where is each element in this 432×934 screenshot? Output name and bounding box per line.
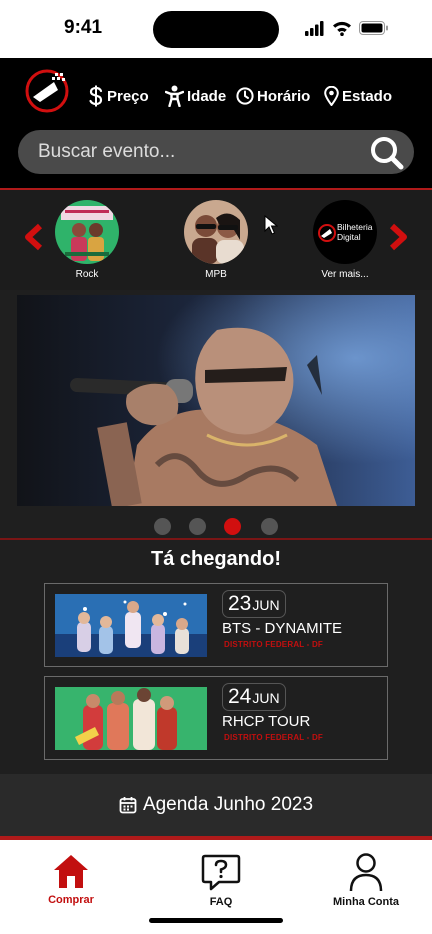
agenda-label: Agenda Junho 2023 [142,794,314,815]
filter-price-label: Preço [107,87,149,105]
category-rock[interactable]: Rock [54,200,120,280]
filter-time-label: Horário [257,87,311,105]
event-card-bts[interactable]: 23 JUN BTS - DYNAMITE DISTRITO FEDERAL -… [44,583,388,667]
carousel-dot[interactable] [189,518,206,535]
event-date: 23 JUN [222,590,286,618]
carousel-indicators [0,518,432,538]
event-title: RHCP TOUR [222,713,311,730]
event-location: DISTRITO FEDERAL - DF [224,733,324,742]
dynamic-island [153,11,279,48]
event-month: JUN [252,597,280,613]
tab-comprar[interactable]: Comprar [11,852,131,906]
bilheteria-logo-icon[interactable] [24,68,70,114]
home-indicator [149,918,283,923]
section-heading: Tá chegando! [150,548,281,570]
tab-faq[interactable]: FAQ [161,852,281,908]
tab-comprar-label: Comprar [48,894,94,906]
mouse-cursor-icon [264,215,278,235]
agenda-button[interactable]: Agenda Junho 2023 [0,774,432,836]
app-content: Preço Idade Horário Estado Buscar evento… [0,58,432,840]
status-icons [305,21,388,36]
home-icon [54,855,88,888]
search-section [0,130,432,190]
category-more-label: Ver mais... [321,269,369,280]
clock-icon [236,87,254,105]
tab-minha-conta-label: Minha Conta [333,896,399,908]
category-mpb-label: MPB [205,269,227,280]
status-time: 9:41 [64,17,103,38]
filter-age-label: Idade [187,87,227,105]
category-more[interactable]: Bilheteria Digital Ver mais... [312,200,378,280]
user-icon [349,853,383,892]
event-title: BTS - DYNAMITE [222,620,343,637]
carousel-dot[interactable] [154,518,171,535]
category-mpb[interactable]: MPB [183,200,249,280]
carousel-dot[interactable] [261,518,278,535]
event-thumbnail-bts [55,594,207,657]
status-bar: 9:41 [0,0,432,58]
search-icon[interactable] [370,136,404,170]
event-card-rhcp[interactable]: 24 JUN RHCP TOUR DISTRITO FEDERAL - DF [44,676,388,760]
filter-price[interactable]: Preço [88,84,149,108]
dollar-icon [89,85,103,107]
section-divider [0,538,432,540]
event-month: JUN [252,690,280,706]
signal-icon [305,21,324,36]
filter-state-label: Estado [342,87,393,105]
svg-text:Bilheteria: Bilheteria [337,222,373,232]
bilheteria-digital-logo: Bilheteria Digital [313,200,377,264]
battery-icon [359,21,388,35]
category-carousel: Rock MPB Bilheteria Digital Ver mais... [0,190,432,290]
category-rock-image [55,200,119,264]
faq-icon [201,854,241,891]
event-date: 24 JUN [222,683,286,711]
svg-text:Digital: Digital [337,232,361,242]
category-rock-label: Rock [75,269,99,280]
category-mpb-image [184,200,248,264]
featured-banner-image [17,295,415,506]
filter-time[interactable]: Horário [236,84,310,108]
chevron-right-icon[interactable] [386,223,410,251]
calendar-icon [119,797,137,814]
featured-banner[interactable] [17,295,415,506]
chevron-left-icon[interactable] [22,223,46,251]
tab-minha-conta[interactable]: Minha Conta [306,852,426,908]
event-thumbnail-rhcp [55,687,207,750]
event-day: 24 [228,685,252,708]
person-icon [165,85,184,107]
search-input[interactable] [38,130,358,174]
tab-faq-label: FAQ [209,896,233,908]
wifi-icon [333,21,351,36]
carousel-dot-active[interactable] [224,518,241,535]
search-bar [18,130,414,174]
event-day: 23 [228,592,252,615]
event-location: DISTRITO FEDERAL - DF [224,640,324,649]
location-pin-icon [324,86,339,106]
filter-age[interactable]: Idade [165,84,226,108]
filter-state[interactable]: Estado [324,84,392,108]
top-navigation: Preço Idade Horário Estado [0,58,432,130]
phone-screen: 9:41 Preço Idade Horário Estado Buscar e… [0,0,432,934]
